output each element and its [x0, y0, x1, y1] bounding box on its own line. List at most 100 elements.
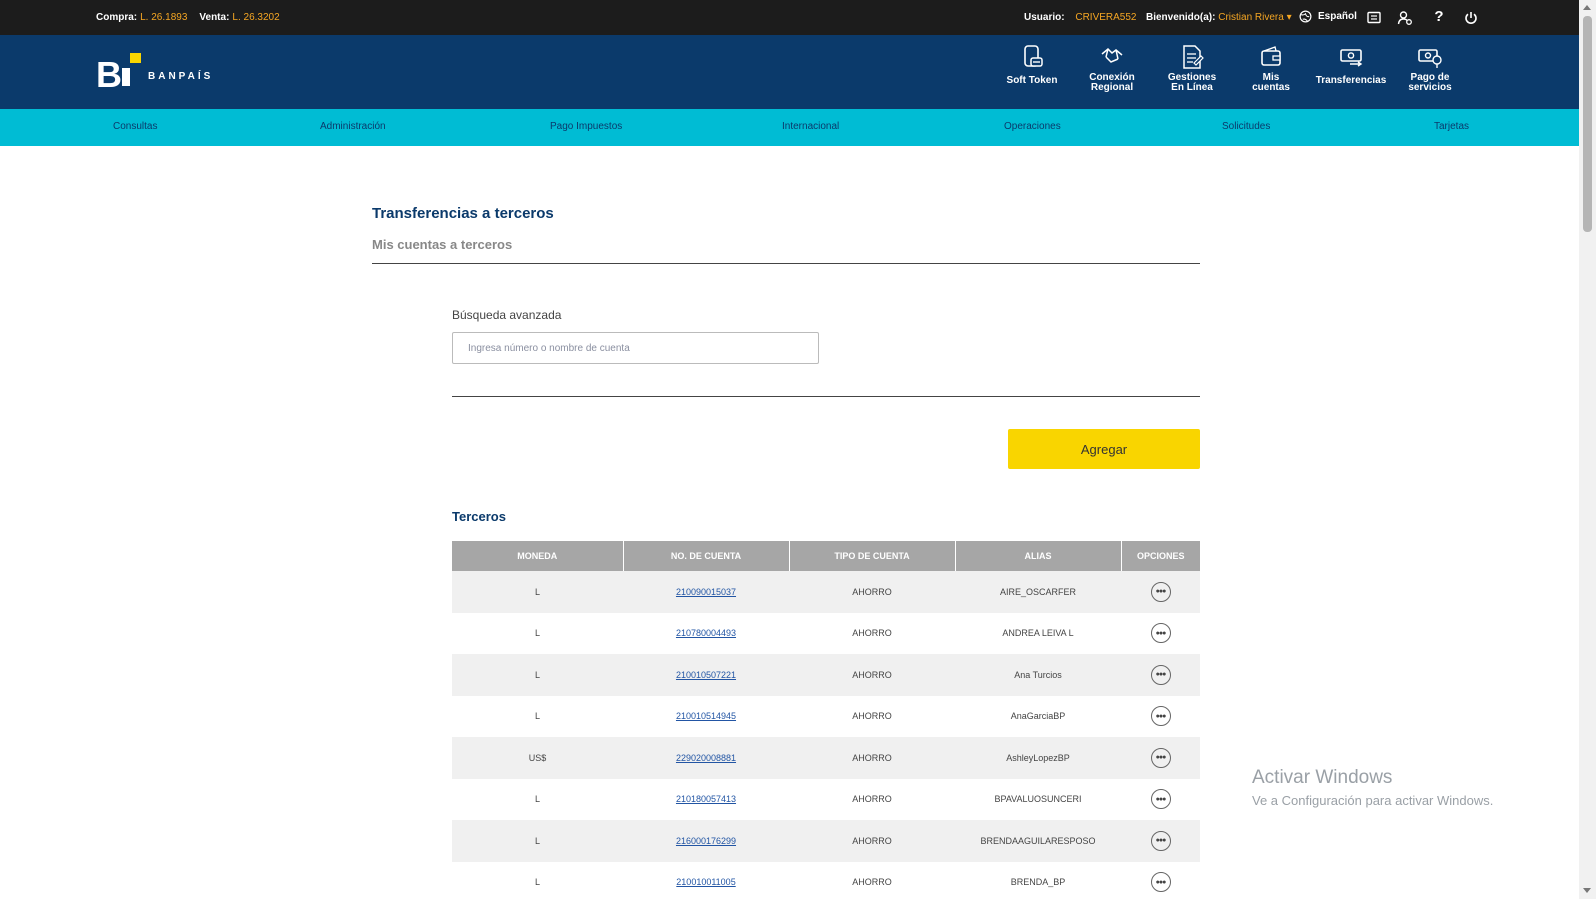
more-options-icon[interactable]: ●●● — [1150, 706, 1171, 727]
options-cell: ●●● — [1121, 820, 1200, 862]
scrollbar-thumb[interactable] — [1583, 16, 1592, 232]
globe-icon — [1299, 10, 1312, 23]
account-cell: 210010514945 — [623, 695, 789, 737]
buy-rate: Compra: L. 26.1893 — [96, 12, 187, 23]
table-row: L 210780004493 AHORRO ANDREA LEIVA L ●●● — [452, 612, 1200, 654]
search-input[interactable] — [452, 332, 819, 364]
page-subtitle: Mis cuentas a terceros — [372, 237, 513, 252]
quicknav-online[interactable]: Gestiones En Línea — [1152, 35, 1232, 109]
nav-item-internacional[interactable]: Internacional — [782, 121, 839, 132]
account-link[interactable]: 210010514945 — [676, 711, 736, 721]
welcome-label: Bienvenido(a): — [1146, 12, 1216, 23]
column-header-alias[interactable]: ALIAS — [955, 541, 1122, 571]
column-header-options: OPCIONES — [1121, 541, 1200, 571]
quicknav-service-payment[interactable]: Pago de servicios — [1390, 35, 1470, 109]
alias-cell: AnaGarciaBP — [955, 695, 1121, 737]
divider — [452, 396, 1200, 397]
column-header-account[interactable]: NO. DE CUENTA — [623, 541, 790, 571]
table-row: L 210010011005 AHORRO BRENDA_BP ●●● — [452, 861, 1200, 899]
service-payment-icon — [1418, 49, 1442, 68]
column-header-type[interactable]: TIPO DE CUENTA — [789, 541, 956, 571]
quicknav-soft-token[interactable]: Soft Token — [992, 35, 1072, 109]
nav-item-operaciones[interactable]: Operaciones — [1004, 121, 1061, 132]
options-cell: ●●● — [1121, 737, 1200, 779]
currency-cell: L — [452, 612, 623, 654]
third-party-table: MONEDA NO. DE CUENTA TIPO DE CUENTA ALIA… — [452, 541, 1200, 899]
vertical-scrollbar[interactable] — [1579, 0, 1596, 899]
currency-cell: L — [452, 695, 623, 737]
type-cell: AHORRO — [789, 654, 955, 696]
buy-rate-value: L. 26.1893 — [140, 12, 188, 23]
nav-item-solicitudes[interactable]: Solicitudes — [1222, 121, 1270, 132]
type-cell: AHORRO — [789, 571, 955, 613]
more-options-icon[interactable]: ●●● — [1150, 830, 1171, 851]
account-cell: 210010011005 — [623, 861, 789, 899]
account-cell: 229020008881 — [623, 737, 789, 779]
scroll-down-icon[interactable] — [1583, 888, 1591, 893]
user-settings-icon[interactable] — [1397, 10, 1413, 26]
help-icon[interactable]: ? — [1431, 9, 1447, 25]
options-cell: ●●● — [1121, 861, 1200, 899]
nav-item-consultas[interactable]: Consultas — [113, 121, 157, 132]
account-link[interactable]: 216000176299 — [676, 836, 736, 846]
currency-cell: L — [452, 820, 623, 862]
type-cell: AHORRO — [789, 612, 955, 654]
sell-rate-label: Venta: — [199, 12, 230, 23]
messages-icon[interactable] — [1366, 10, 1382, 26]
more-options-icon[interactable]: ●●● — [1150, 623, 1171, 644]
account-link[interactable]: 210090015037 — [676, 587, 736, 597]
type-cell: AHORRO — [789, 737, 955, 779]
alias-cell: ANDREA LEIVA L — [955, 612, 1121, 654]
online-document-icon — [1183, 45, 1204, 69]
more-options-icon[interactable]: ●●● — [1150, 747, 1171, 768]
alias-cell: Ana Turcios — [955, 654, 1121, 696]
power-icon[interactable] — [1463, 10, 1479, 26]
user-info: Usuario: CRIVERA552 — [1024, 12, 1136, 23]
options-cell: ●●● — [1121, 778, 1200, 820]
banpais-logo[interactable]: B BANPAÍS — [96, 51, 216, 95]
page-title: Transferencias a terceros — [372, 205, 554, 222]
table-row: L 210010507221 AHORRO Ana Turcios ●●● — [452, 654, 1200, 696]
language-label: Español — [1318, 11, 1357, 22]
more-options-icon[interactable]: ●●● — [1150, 789, 1171, 810]
more-options-icon[interactable]: ●●● — [1150, 581, 1171, 602]
account-link[interactable]: 210010507221 — [676, 670, 736, 680]
table-row: L 210090015037 AHORRO AIRE_OSCARFER ●●● — [452, 571, 1200, 613]
header: B BANPAÍS Soft Token Conexión Regional G… — [0, 35, 1579, 109]
table-header-row: MONEDA NO. DE CUENTA TIPO DE CUENTA ALIA… — [452, 541, 1200, 571]
quicknav-my-accounts[interactable]: Mis cuentas — [1231, 35, 1311, 109]
nav-item-administracion[interactable]: Administración — [320, 121, 386, 132]
table-row: L 216000176299 AHORRO BRENDAAGUILARESPOS… — [452, 820, 1200, 862]
nav-item-pago-impuestos[interactable]: Pago Impuestos — [550, 121, 622, 132]
quicknav-label-line2: servicios — [1408, 82, 1452, 93]
type-cell: AHORRO — [789, 820, 955, 862]
alias-cell: AshleyLopezBP — [955, 737, 1121, 779]
welcome-menu[interactable]: Bienvenido(a): Cristian Rivera ▾ — [1146, 12, 1292, 23]
add-button[interactable]: Agregar — [1008, 429, 1200, 469]
account-cell: 210780004493 — [623, 612, 789, 654]
alias-cell: BPAVALUOSUNCERI — [955, 778, 1121, 820]
search-label: Búsqueda avanzada — [452, 308, 562, 322]
quicknav-transfers[interactable]: Transferencias — [1311, 35, 1391, 109]
main-nav: Consultas Administración Pago Impuestos … — [0, 109, 1579, 146]
column-header-currency[interactable]: MONEDA — [452, 541, 624, 571]
scroll-up-icon[interactable] — [1583, 5, 1591, 10]
account-link[interactable]: 210780004493 — [676, 628, 736, 638]
currency-cell: L — [452, 778, 623, 820]
sell-rate-value: L. 26.3202 — [232, 12, 280, 23]
divider — [372, 263, 1200, 264]
account-link[interactable]: 229020008881 — [676, 753, 736, 763]
more-options-icon[interactable]: ●●● — [1150, 872, 1171, 893]
svg-text:B: B — [96, 54, 122, 91]
language-selector[interactable]: Español — [1299, 10, 1357, 23]
quicknav-regional[interactable]: Conexión Regional — [1072, 35, 1152, 109]
windows-activation-title: Activar Windows — [1252, 767, 1393, 788]
account-link[interactable]: 210180057413 — [676, 794, 736, 804]
nav-item-tarjetas[interactable]: Tarjetas — [1434, 121, 1469, 132]
options-cell: ●●● — [1121, 612, 1200, 654]
more-options-icon[interactable]: ●●● — [1150, 664, 1171, 685]
account-cell: 210180057413 — [623, 778, 789, 820]
table-row: US$ 229020008881 AHORRO AshleyLopezBP ●●… — [452, 737, 1200, 779]
account-link[interactable]: 210010011005 — [676, 877, 735, 887]
user-label: Usuario: — [1024, 12, 1065, 23]
